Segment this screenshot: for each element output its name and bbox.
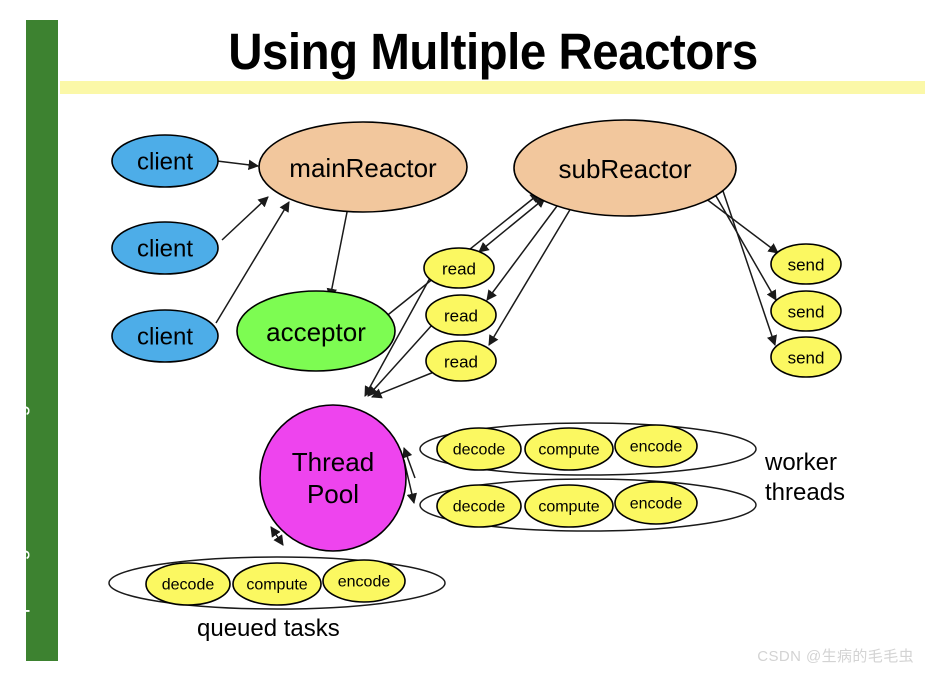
worker-row-1-task-encode[interactable]: encode [614, 424, 698, 468]
node-client-2-label: client [137, 236, 193, 263]
node-send-1-label: send [788, 256, 825, 275]
node-send-2[interactable]: send [770, 290, 842, 332]
node-client-2[interactable]: client [111, 221, 219, 275]
node-acceptor-label: acceptor [266, 317, 366, 347]
worker-row-2-task-decode[interactable]: decode [436, 484, 522, 528]
node-main-reactor[interactable]: mainReactor [258, 121, 468, 213]
edge-subreactor-to-read2 [486, 201, 561, 301]
queued-task-encode[interactable]: encode [322, 559, 406, 603]
worker-row-1-task-decode-label: decode [453, 442, 506, 459]
edge-subreactor-to-read1 [478, 197, 546, 253]
worker-row-1-task-compute[interactable]: compute [524, 427, 614, 471]
node-main-reactor-label: mainReactor [289, 153, 437, 183]
worker-row-2-task-decode-label: decode [453, 499, 506, 516]
node-client-1-label: client [137, 149, 193, 176]
queued-task-decode[interactable]: decode [145, 562, 231, 606]
node-thread-pool-label-line2: Pool [307, 479, 359, 509]
node-sub-reactor-label: subReactor [559, 154, 692, 184]
queued-task-decode-label: decode [162, 577, 215, 594]
queued-task-compute-label: compute [246, 577, 307, 594]
node-client-3-label: client [137, 324, 193, 351]
node-send-3-label: send [788, 349, 825, 368]
node-thread-pool-label-line1: Thread [292, 447, 374, 477]
node-read-3[interactable]: read [425, 340, 497, 382]
slide-canvas: http://gee.cs.oswego.edu Using Multiple … [0, 0, 928, 678]
node-read-3-label: read [444, 353, 478, 372]
worker-row-1-task-compute-label: compute [538, 442, 599, 459]
worker-row-2-task-compute-label: compute [538, 499, 599, 516]
node-thread-pool[interactable]: Thread Pool [259, 404, 407, 552]
node-sub-reactor[interactable]: subReactor [513, 119, 737, 217]
edge-client1-to-mainreactor [216, 159, 260, 171]
node-read-1-label: read [442, 260, 476, 279]
worker-threads-caption-line1: worker [764, 449, 837, 476]
worker-row-1-task-encode-label: encode [630, 439, 683, 456]
node-client-1[interactable]: client [111, 134, 219, 188]
worker-row-2-task-compute[interactable]: compute [524, 484, 614, 528]
edge-client2-to-mainreactor [221, 196, 269, 241]
edge-subreactor-to-send2 [715, 195, 777, 301]
node-read-1[interactable]: read [423, 247, 495, 289]
node-send-1[interactable]: send [770, 243, 842, 285]
edge-read3-to-threadpool [371, 371, 435, 399]
edge-subreactor-to-send3 [722, 190, 777, 346]
node-read-2-label: read [444, 307, 478, 326]
node-client-3[interactable]: client [111, 309, 219, 363]
queued-task-encode-label: encode [338, 574, 391, 591]
worker-row-2-task-encode[interactable]: encode [614, 481, 698, 525]
reactor-architecture-diagram: client client client mainReactor subReac… [108, 119, 845, 642]
csdn-watermark: CSDN @生病的毛毛虫 [757, 648, 914, 665]
worker-row-1-task-decode[interactable]: decode [436, 427, 522, 471]
worker-threads-caption-line2: threads [765, 479, 845, 506]
queued-tasks-caption: queued tasks [197, 615, 340, 642]
node-read-2[interactable]: read [425, 294, 497, 336]
node-send-3[interactable]: send [770, 336, 842, 378]
worker-row-2-task-encode-label: encode [630, 496, 683, 513]
node-acceptor[interactable]: acceptor [236, 290, 396, 372]
node-send-2-label: send [788, 303, 825, 322]
queued-task-compute[interactable]: compute [232, 562, 322, 606]
